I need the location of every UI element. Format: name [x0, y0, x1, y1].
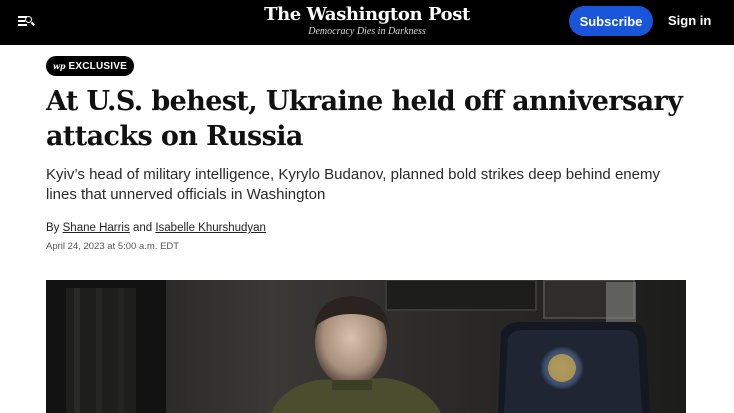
byline-prefix: By [46, 222, 60, 234]
hero-image [46, 280, 686, 413]
sign-in-button[interactable]: Sign in [668, 11, 711, 31]
author-link-shane-harris[interactable]: Shane Harris [63, 222, 130, 234]
washington-post-logo[interactable]: The Washington Post [264, 5, 470, 25]
author-link-isabelle-khurshudyan[interactable]: Isabelle Khurshudyan [155, 222, 266, 234]
badge-label: EXCLUSIVE [68, 60, 127, 72]
hero-photo-illustration [46, 280, 686, 413]
exclusive-badge: wp EXCLUSIVE [46, 56, 134, 76]
top-navigation-bar: The Washington Post Democracy Dies in Da… [0, 0, 734, 45]
wp-logo-icon: wp [53, 61, 66, 71]
byline-joiner: and [132, 222, 153, 234]
byline: By Shane Harris and Isabelle Khurshudyan [46, 221, 266, 236]
article-subheadline: Kyiv’s head of military intelligence, Ky… [46, 166, 660, 203]
article-headline: At U.S. behest, Ukraine held off anniver… [46, 86, 683, 152]
subscribe-button[interactable]: Subscribe [569, 6, 653, 36]
publish-date: April 24, 2023 at 5:00 a.m. EDT [46, 241, 180, 252]
